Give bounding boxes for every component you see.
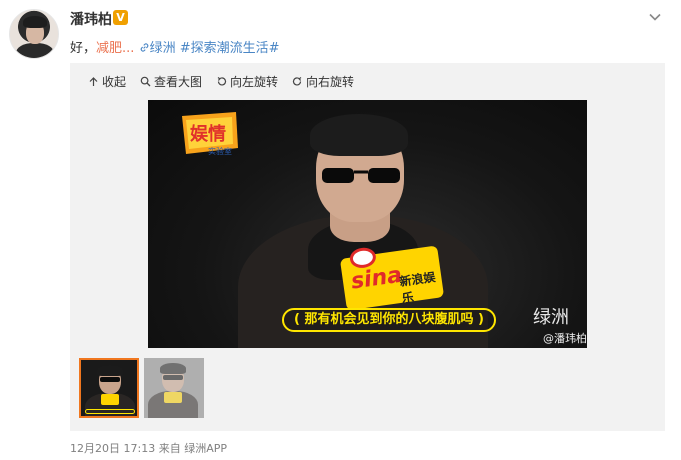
rotate-left-button[interactable]: 向左旋转	[216, 73, 278, 90]
show-logo: 娱情 实验室	[182, 112, 238, 156]
author-name[interactable]: 潘玮柏	[70, 9, 112, 29]
thumb-dim-overlay	[144, 358, 204, 418]
avatar-body	[16, 43, 54, 58]
source-prefix: 来自	[158, 442, 181, 455]
sina-sub: 新浪娱乐	[398, 270, 437, 306]
image-toolbar: 收起 查看大图 向左旋转 向右旋转	[88, 73, 354, 90]
rotate-right-button[interactable]: 向右旋转	[292, 73, 354, 90]
verified-badge-icon: V	[113, 10, 128, 25]
post-text: 好，减肥... 绿洲 #探索潮流生活#	[70, 37, 280, 56]
thumb-caption	[85, 409, 135, 414]
avatar-hair	[23, 16, 47, 28]
thumb-sina-logo	[101, 394, 119, 405]
person-hair	[310, 114, 408, 156]
collapse-icon	[89, 77, 98, 86]
sina-logo: sina 新浪娱乐	[339, 245, 445, 311]
collapse-label: 收起	[102, 75, 127, 89]
hashtag-link[interactable]: #探索潮流生活#	[180, 41, 280, 56]
collapse-button[interactable]: 收起	[88, 73, 126, 90]
link-icon	[140, 43, 148, 52]
oasis-watermark: 绿洲	[533, 307, 569, 328]
magnifier-icon	[140, 76, 151, 87]
sunglasses	[322, 168, 400, 183]
location-link-label: 绿洲	[149, 41, 176, 56]
post-date[interactable]: 12月20日 17:13	[70, 442, 155, 455]
thumb-person-hair	[97, 365, 123, 376]
rotate-left-label: 向左旋转	[230, 75, 279, 89]
view-large-label: 查看大图	[154, 75, 203, 89]
main-image[interactable]: 娱情 实验室 sina 新浪娱乐 ( 那有机会见到你的八块腹肌吗 ) 绿洲 @潘…	[148, 100, 587, 348]
avatar[interactable]	[9, 9, 59, 59]
thumb-sunglasses	[100, 377, 120, 382]
source-link[interactable]: 绿洲APP	[184, 442, 227, 455]
author-watermark: @潘玮柏	[543, 332, 587, 345]
post-text-prefix: 好，	[70, 41, 97, 56]
show-logo-sub: 实验室	[208, 146, 232, 156]
thumbnail-1[interactable]	[79, 358, 139, 418]
location-link[interactable]: 绿洲	[139, 41, 180, 56]
show-logo-text: 娱情	[190, 123, 226, 145]
image-caption: ( 那有机会见到你的八块腹肌吗 )	[282, 308, 496, 332]
view-large-button[interactable]: 查看大图	[140, 73, 202, 90]
rotate-right-label: 向右旋转	[306, 75, 355, 89]
thumbnail-2[interactable]	[144, 358, 204, 418]
post-meta: 12月20日 17:13 来自 绿洲APP	[70, 440, 227, 456]
post-text-highlight[interactable]: 减肥...	[96, 41, 134, 56]
rotate-right-icon	[293, 77, 302, 86]
rotate-left-icon	[217, 77, 227, 86]
chevron-down-icon[interactable]	[648, 10, 662, 24]
